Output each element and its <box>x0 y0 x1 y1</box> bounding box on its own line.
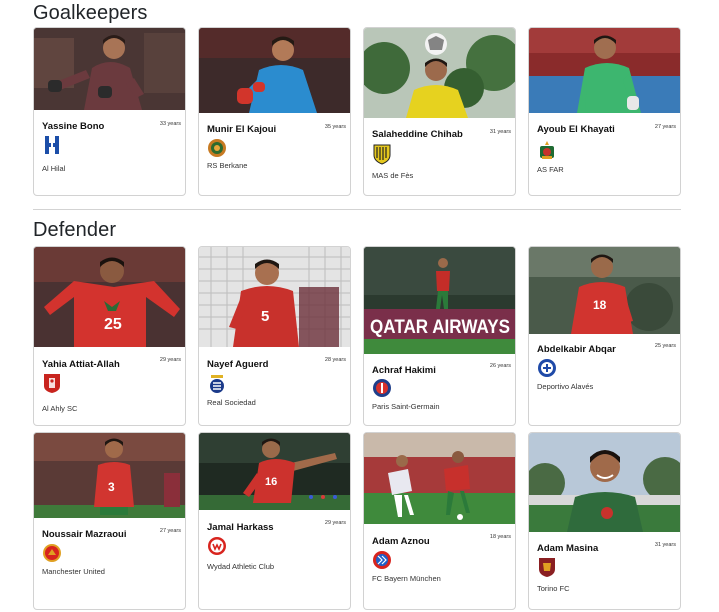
player-age: 26 years <box>489 363 511 369</box>
svg-text:18: 18 <box>593 298 607 312</box>
player-age: 31 years <box>489 129 511 135</box>
player-name: Adam Aznou <box>372 536 430 547</box>
player-card[interactable]: QATAR AIRWAYS Achraf Hakimi 26 years Par… <box>363 246 516 426</box>
player-age: 18 years <box>489 534 511 540</box>
player-photo <box>529 433 680 532</box>
player-age: 31 years <box>654 542 676 548</box>
player-photo: 16 <box>199 433 350 510</box>
player-name: Ayoub El Khayati <box>537 124 615 135</box>
player-name: Yahia Attiat-Allah <box>42 359 120 370</box>
section-title-goalkeepers: Goalkeepers <box>33 2 148 24</box>
player-photo <box>364 28 515 118</box>
player-name: Adam Masina <box>537 543 599 554</box>
player-name: Achraf Hakimi <box>372 365 436 376</box>
svg-text:25: 25 <box>104 316 122 333</box>
player-age: 28 years <box>324 357 346 363</box>
player-card[interactable]: 18 Abdelkabir Abqar 25 years Deportivo A… <box>528 246 681 426</box>
player-card[interactable]: 3 Noussair Mazraoui 27 years Manchester … <box>33 432 186 610</box>
player-card[interactable]: 5 Nayef Aguerd 28 years Real Sociedad <box>198 246 351 426</box>
club-name: MAS de Fès <box>372 171 414 180</box>
player-photo: QATAR AIRWAYS <box>364 247 515 354</box>
club-name: Wydad Athletic Club <box>207 562 275 571</box>
player-card[interactable]: Adam Masina 31 years Torino FC <box>528 432 681 610</box>
mas-fes-logo-icon <box>372 144 392 165</box>
rs-berkane-logo-icon <box>207 138 227 158</box>
player-card[interactable]: 25 Yahia Attiat-Allah 29 years Al Ahly S… <box>33 246 186 426</box>
club-name: Torino FC <box>537 584 570 593</box>
club-name: Paris Saint-Germain <box>372 402 440 411</box>
club-name: RS Berkane <box>207 161 248 170</box>
club-name: Deportivo Alavés <box>537 382 594 391</box>
player-card[interactable]: Ayoub El Khayati 27 years AS FAR <box>528 27 681 196</box>
svg-text:16: 16 <box>265 476 277 488</box>
player-age: 29 years <box>159 357 181 363</box>
player-age: 29 years <box>324 520 346 526</box>
player-name: Noussair Mazraoui <box>42 529 127 540</box>
club-name: AS FAR <box>537 165 564 174</box>
real-sociedad-logo-icon <box>207 373 227 393</box>
al-hilal-logo-icon <box>42 135 62 155</box>
player-card[interactable]: Salaheddine Chihab 31 years MAS de Fès <box>363 27 516 196</box>
player-name: Salaheddine Chihab <box>372 129 463 140</box>
al-ahly-logo-icon <box>42 373 62 393</box>
player-card[interactable]: Munir El Kajoui 35 years RS Berkane <box>198 27 351 196</box>
player-photo: 25 <box>34 247 185 347</box>
player-photo: 18 <box>529 247 680 334</box>
club-name: Real Sociedad <box>207 398 256 407</box>
player-photo: 5 <box>199 247 350 347</box>
player-name: Nayef Aguerd <box>207 359 269 370</box>
psg-logo-icon <box>372 378 392 398</box>
man-united-logo-icon <box>42 543 62 563</box>
player-photo <box>34 28 185 110</box>
svg-text:5: 5 <box>261 308 269 325</box>
bayern-logo-icon <box>372 550 392 570</box>
banner-text: QATAR AIRWAYS <box>370 317 510 338</box>
player-photo <box>364 433 515 524</box>
svg-text:3: 3 <box>108 480 115 494</box>
club-name: Al Hilal <box>42 164 66 173</box>
club-name: FC Bayern München <box>372 574 441 583</box>
player-name: Munir El Kajoui <box>207 124 277 135</box>
club-name: Al Ahly SC <box>42 404 78 413</box>
player-age: 27 years <box>159 528 181 534</box>
player-name: Abdelkabir Abqar <box>537 344 616 355</box>
player-card[interactable]: Yassine Bono 33 years Al Hilal <box>33 27 186 196</box>
player-age: 35 years <box>324 124 346 130</box>
player-name: Yassine Bono <box>42 121 105 132</box>
as-far-logo-icon <box>537 140 557 160</box>
player-age: 27 years <box>654 124 676 130</box>
player-photo <box>529 28 680 113</box>
player-photo: 3 <box>34 433 185 518</box>
player-age: 33 years <box>159 121 181 127</box>
alaves-logo-icon <box>537 358 557 378</box>
player-card[interactable]: 16 Jamal Harkass 29 years Wydad Athletic… <box>198 432 351 610</box>
player-photo <box>199 28 350 113</box>
section-divider <box>33 209 681 210</box>
torino-logo-icon <box>537 557 557 577</box>
player-name: Jamal Harkass <box>207 522 274 533</box>
wydad-logo-icon <box>207 536 227 556</box>
player-age: 25 years <box>654 343 676 349</box>
section-title-defender: Defender <box>33 219 117 241</box>
club-name: Manchester United <box>42 567 105 576</box>
player-card[interactable]: Adam Aznou 18 years FC Bayern München <box>363 432 516 610</box>
